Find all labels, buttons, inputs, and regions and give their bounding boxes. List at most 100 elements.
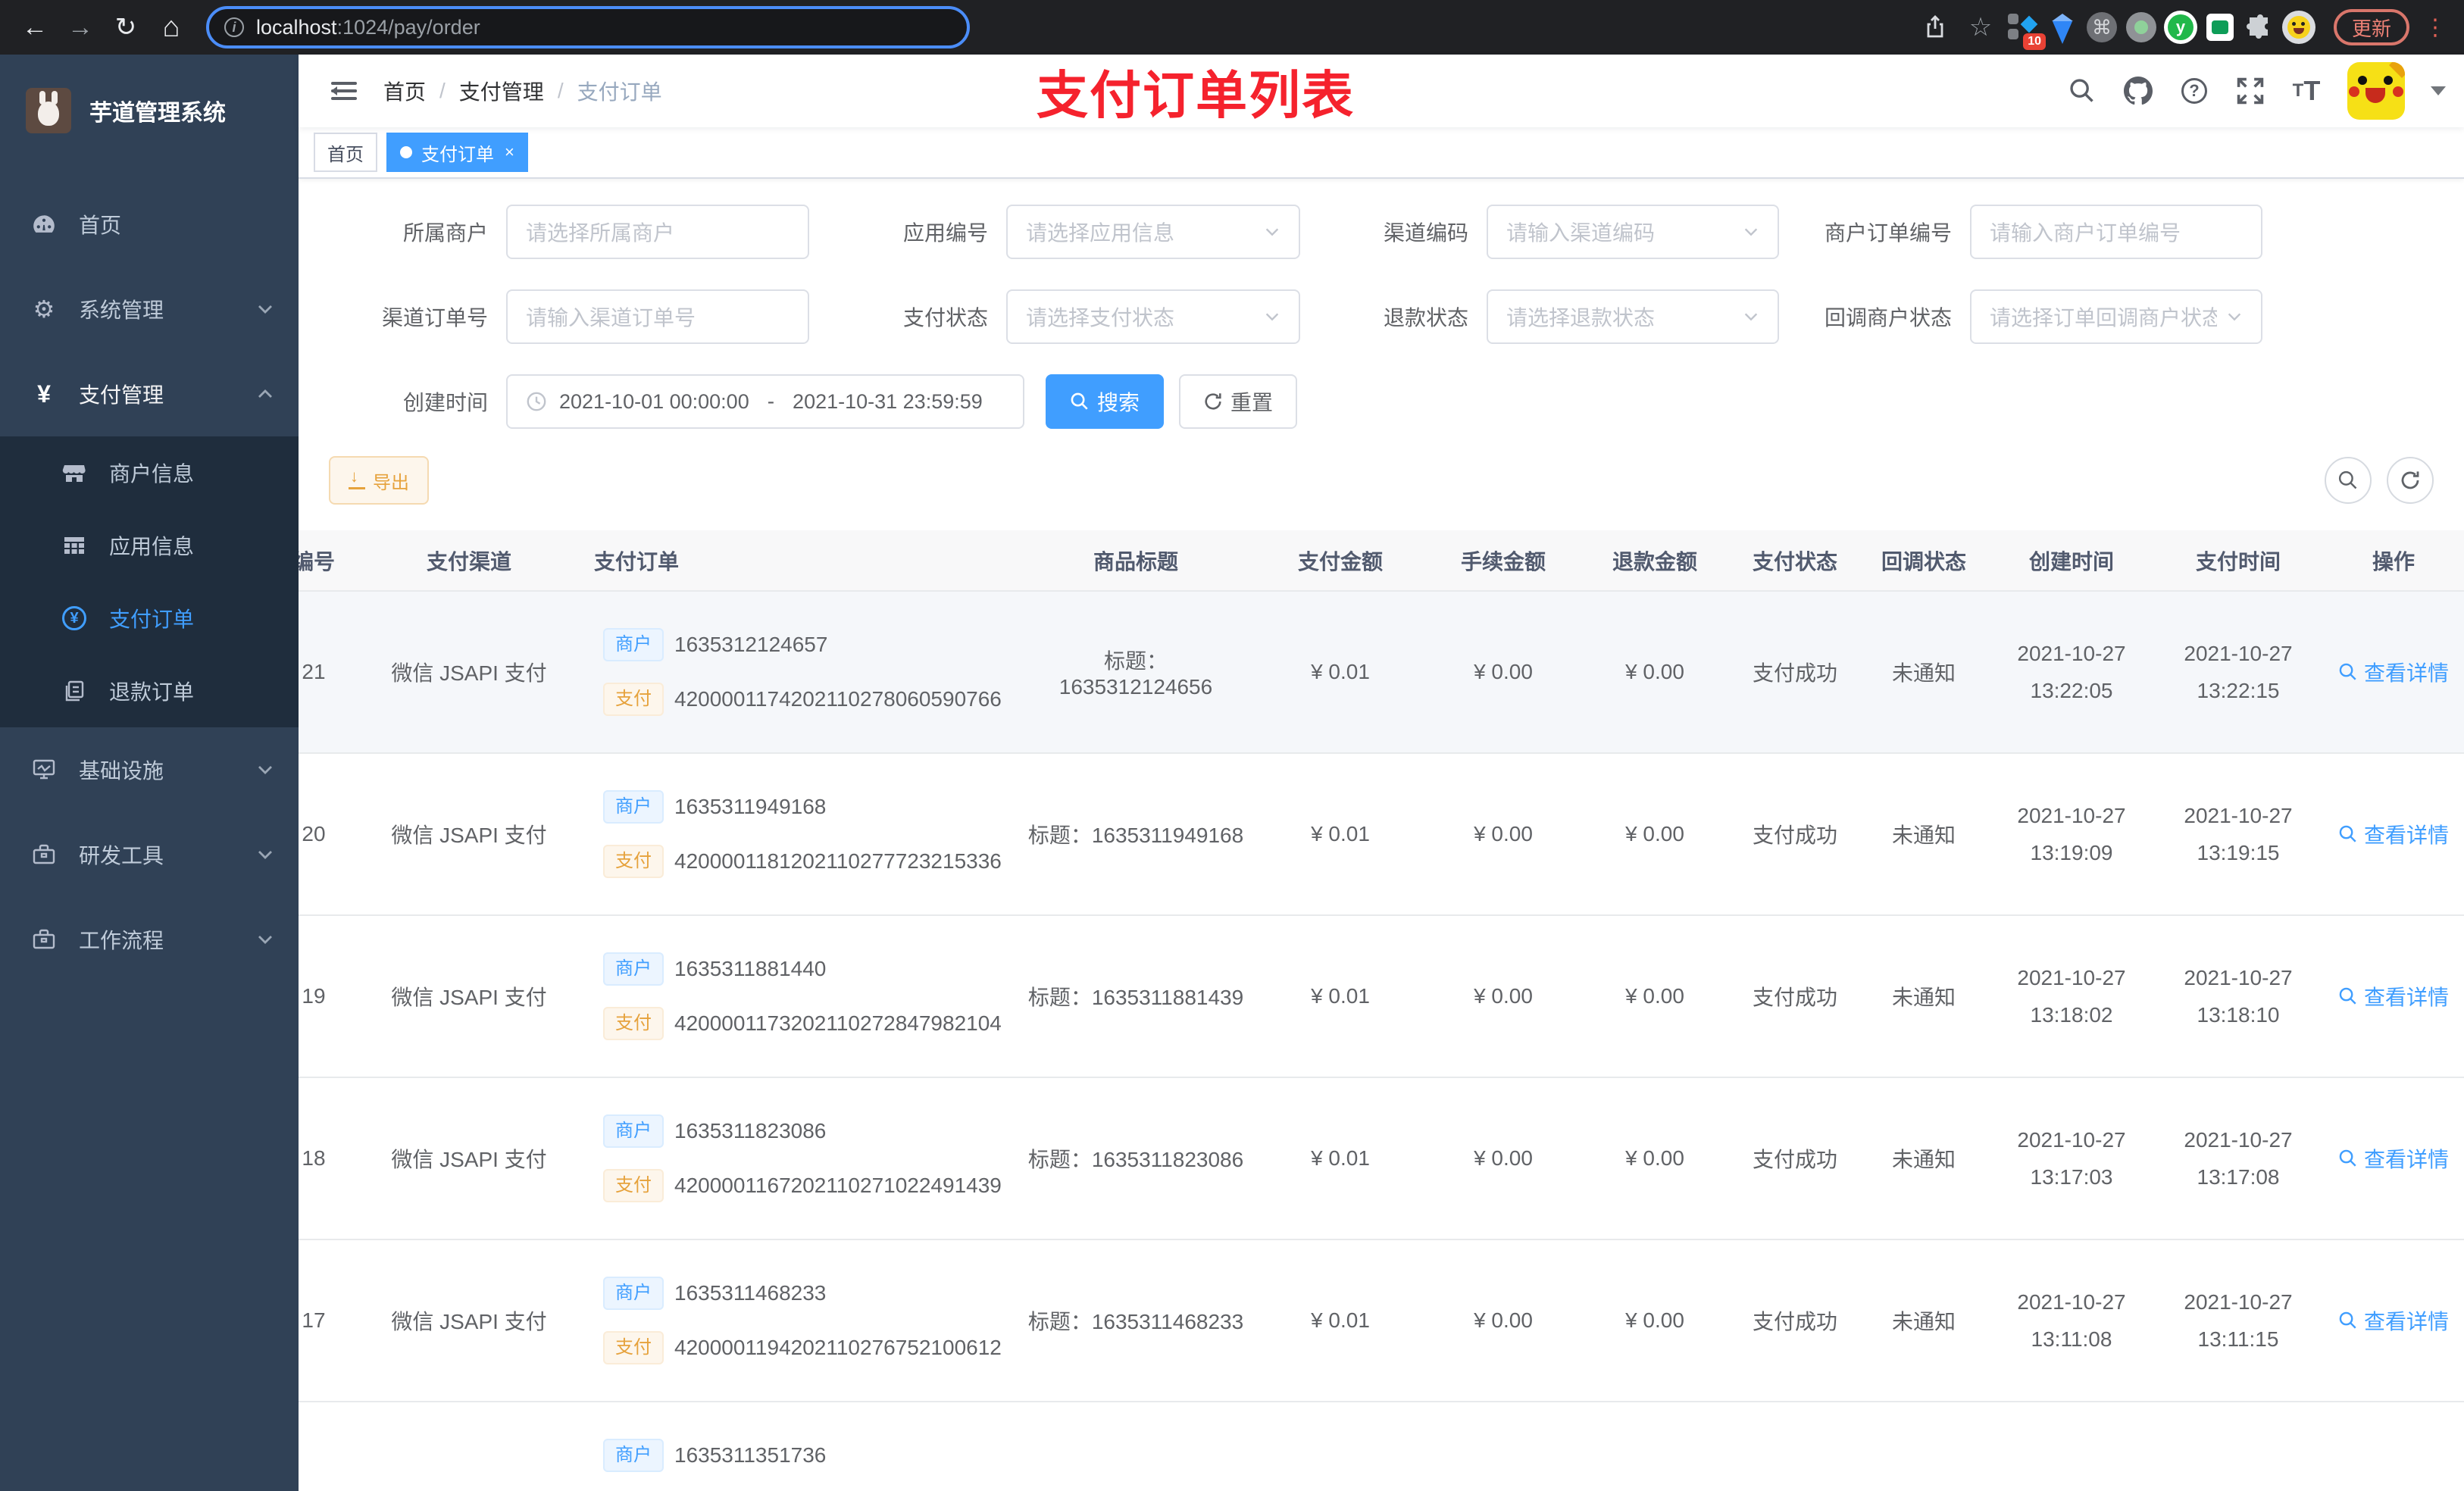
sidebar-item-home[interactable]: 首页: [0, 182, 299, 267]
breadcrumb-pay-manage[interactable]: 支付管理: [459, 76, 544, 106]
cell-create-time: 2021-10-27 13:22:05: [1988, 591, 2155, 754]
chevron-down-icon: [1743, 223, 1759, 240]
fullscreen-icon[interactable]: [2235, 76, 2265, 106]
chevron-down-icon: [1264, 223, 1280, 240]
bookmark-star-icon[interactable]: ☆: [1961, 8, 2000, 47]
extension-emoji-icon[interactable]: [2281, 11, 2315, 44]
extension-gem-icon[interactable]: [2046, 11, 2079, 44]
clock-icon: [526, 391, 547, 412]
font-size-icon[interactable]: TT: [2291, 76, 2322, 106]
cell-pay-order: 商户 1635311881440 支付 42000011732021102728…: [579, 915, 1018, 1078]
browser-update-button[interactable]: 更新: [2333, 9, 2409, 45]
search-icon[interactable]: [2067, 76, 2097, 106]
site-info-icon[interactable]: i: [224, 17, 244, 37]
sidebar-item-merchant-info[interactable]: 商户信息: [0, 436, 299, 509]
pay-tag: 支付: [603, 1169, 664, 1202]
extension-tag-manager-icon[interactable]: 10: [2006, 11, 2046, 50]
sidebar-item-refund-order[interactable]: 退款订单: [0, 655, 299, 727]
view-detail-link[interactable]: 查看详情: [2338, 981, 2449, 1011]
col-amount: 支付金额: [1253, 530, 1427, 592]
github-icon[interactable]: [2123, 76, 2153, 106]
app-select[interactable]: 请选择应用信息: [1006, 205, 1300, 259]
merchant-input[interactable]: 请选择所属商户: [506, 205, 809, 259]
sidebar-item-dev-tools[interactable]: 研发工具: [0, 812, 299, 897]
notify-status-select[interactable]: 请选择订单回调商户状态: [1970, 289, 2262, 344]
field-label-app: 应用编号: [902, 221, 988, 245]
merchant-order-no: 1635311881440: [674, 957, 827, 980]
help-icon[interactable]: ?: [2179, 76, 2209, 106]
date-range-picker[interactable]: 2021-10-01 00:00:00 - 2021-10-31 23:59:5…: [506, 374, 1024, 429]
sidebar-item-workflow[interactable]: 工作流程: [0, 897, 299, 982]
view-detail-link[interactable]: 查看详情: [2338, 1143, 2449, 1174]
merchant-tag: 商户: [603, 952, 664, 986]
tab-home[interactable]: 首页: [314, 133, 377, 172]
reset-button[interactable]: 重置: [1179, 374, 1298, 429]
field-label-merchant-order-no: 商户订单编号: [1824, 221, 1952, 245]
view-detail-link[interactable]: 查看详情: [2338, 1305, 2449, 1336]
address-bar[interactable]: i localhost:1024/pay/order: [206, 6, 970, 48]
chevron-down-icon: [256, 300, 274, 318]
cell-title: 标题：1635311881439: [1018, 915, 1253, 1078]
export-button[interactable]: 导出: [329, 456, 429, 505]
merchant-order-no-input[interactable]: 请输入商户订单编号: [1970, 205, 2262, 259]
magnifier-icon: [2339, 825, 2356, 842]
pay-status-select[interactable]: 请选择支付状态: [1006, 289, 1300, 344]
cell-fee: [1427, 1402, 1579, 1491]
cell-title: 标题：1635311468233: [1018, 1239, 1253, 1402]
refresh-button[interactable]: [2387, 457, 2434, 504]
channel-transaction-no: 4200001181202110277723215336: [674, 849, 1002, 873]
extension-dot-icon[interactable]: [2125, 11, 2158, 44]
sidebar-item-app-info[interactable]: 应用信息: [0, 509, 299, 582]
channel-code-select[interactable]: 请输入渠道编码: [1487, 205, 1779, 259]
toggle-search-button[interactable]: [2325, 457, 2372, 504]
sidebar-logo[interactable]: 芋道管理系统: [0, 73, 299, 148]
channel-order-no-input[interactable]: 请输入渠道订单号: [506, 289, 809, 344]
reload-icon[interactable]: ↻: [106, 8, 145, 47]
magnifier-icon: [2339, 1149, 2356, 1167]
extension-y-icon[interactable]: y: [2163, 11, 2197, 44]
magnifier-icon: [2339, 987, 2356, 1005]
extensions-puzzle-icon[interactable]: [2243, 11, 2276, 44]
sidebar-item-pay[interactable]: ¥ 支付管理: [0, 352, 299, 436]
table-row: 商户 1635311351736 支付: [299, 1402, 2464, 1491]
browser-menu-icon[interactable]: ⋮: [2422, 14, 2449, 41]
cell-pay-order: 商户 1635311823086 支付 42000011672021102710…: [579, 1077, 1018, 1240]
cell-pay-status: [1731, 1402, 1859, 1491]
refund-status-select[interactable]: 请选择退款状态: [1487, 289, 1779, 344]
chevron-up-icon: [256, 385, 274, 403]
cell-refund: [1579, 1402, 1731, 1491]
field-label-merchant: 所属商户: [402, 221, 488, 245]
cell-amount: [1253, 1402, 1427, 1491]
cell-create-time: 2021-10-27 13:19:09: [1988, 753, 2155, 916]
channel-transaction-no: 4200001173202110272847982104: [674, 1011, 1002, 1035]
cell-pay-status: 支付成功: [1731, 1077, 1859, 1240]
back-icon[interactable]: ←: [15, 8, 55, 47]
sidebar-item-infra[interactable]: 基础设施: [0, 727, 299, 812]
tab-pay-order[interactable]: 支付订单 ×: [386, 133, 528, 172]
grid-icon: [61, 534, 88, 557]
home-icon[interactable]: ⌂: [152, 8, 191, 47]
close-tab-icon[interactable]: ×: [505, 142, 514, 162]
cell-pay-time: [2155, 1402, 2322, 1491]
extension-shortcut-icon[interactable]: ⌘: [2085, 11, 2118, 44]
view-detail-link[interactable]: 查看详情: [2338, 819, 2449, 849]
chevron-down-icon: [256, 846, 274, 864]
breadcrumb-home[interactable]: 首页: [383, 76, 426, 106]
extension-chat-icon[interactable]: [2203, 11, 2237, 44]
cell-notify-status: 未通知: [1859, 753, 1988, 916]
forward-icon[interactable]: →: [61, 8, 100, 47]
breadcrumb: 首页 / 支付管理 / 支付订单: [383, 76, 662, 106]
collapse-sidebar-icon[interactable]: [317, 64, 371, 118]
cell-pay-status: 支付成功: [1731, 915, 1859, 1078]
cell-pay-time: 2021-10-27 13:17:08: [2155, 1077, 2322, 1240]
sidebar-item-system[interactable]: ⚙ 系统管理: [0, 267, 299, 352]
avatar-caret-icon[interactable]: [2431, 86, 2446, 95]
toolbox-icon: [30, 842, 58, 867]
sidebar-item-pay-order[interactable]: ¥ 支付订单: [0, 582, 299, 655]
share-icon[interactable]: [1915, 8, 1955, 47]
search-button[interactable]: 搜索: [1046, 374, 1165, 429]
monitor-chart-icon: [30, 758, 58, 782]
avatar[interactable]: [2347, 62, 2405, 120]
cell-channel: 微信 JSAPI 支付: [359, 1239, 579, 1402]
view-detail-link[interactable]: 查看详情: [2338, 657, 2449, 687]
